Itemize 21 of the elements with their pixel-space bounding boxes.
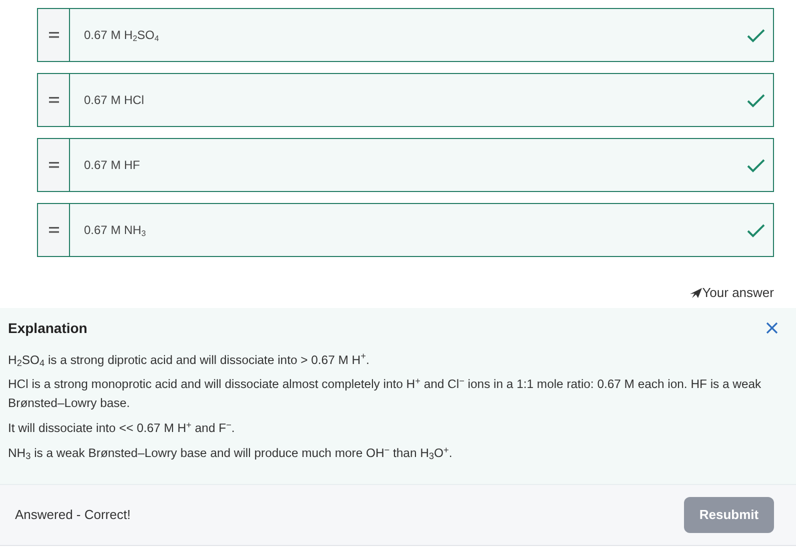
explanation-text: It will dissociate into << 0.67 M H$^{+}$ and F$^{−}$. (8, 419, 236, 438)
send-icon (690, 288, 702, 298)
explanation-text: H$_{2}$SO$_{4}$ is a strong diprotic acid and will dissociate into > 0.67 M H$^{+}$. (8, 350, 370, 370)
answer-text: 0.67 M HF (84, 157, 142, 174)
close-icon[interactable] (766, 322, 778, 334)
answer-option[interactable]: 0.67 M HF (37, 138, 774, 192)
answer-text: 0.67 M NH$_{3}$ (84, 222, 147, 239)
explanation-text: NH$_{3}$ is a weak Brønsted–Lowry base and will produce much more OH$^{−}$ than H$_{3}$O$^{+}$. (8, 444, 454, 464)
drag-handle-icon[interactable] (48, 227, 58, 233)
answer-text: 0.67 M HCl (84, 92, 146, 109)
status-text: Answered - Correct! (15, 506, 131, 524)
explanation-text: HCl is a strong monoprotic acid and will dissociate almost completely into H$^{+}$ and Cl$^{−}$ ions in a 1:1 mole ratio: 0.67 M each ion. HF is a weak Brønsted–Lowry base. (8, 375, 762, 412)
drag-handle-icon[interactable] (48, 32, 58, 38)
answer-option[interactable]: 0.67 M NH$_{3}$ (37, 203, 774, 257)
answer-option[interactable]: 0.67 M H$_{2}$SO$_{4}$ (37, 8, 774, 62)
your-answer-label: Your answer (702, 284, 774, 302)
drag-handle-icon[interactable] (48, 97, 58, 103)
drag-handle-icon[interactable] (48, 162, 58, 168)
explanation-title: Explanation (8, 318, 88, 338)
answer-text: 0.67 M H$_{2}$SO$_{4}$ (84, 27, 160, 44)
answer-option[interactable]: 0.67 M HCl (37, 73, 774, 127)
